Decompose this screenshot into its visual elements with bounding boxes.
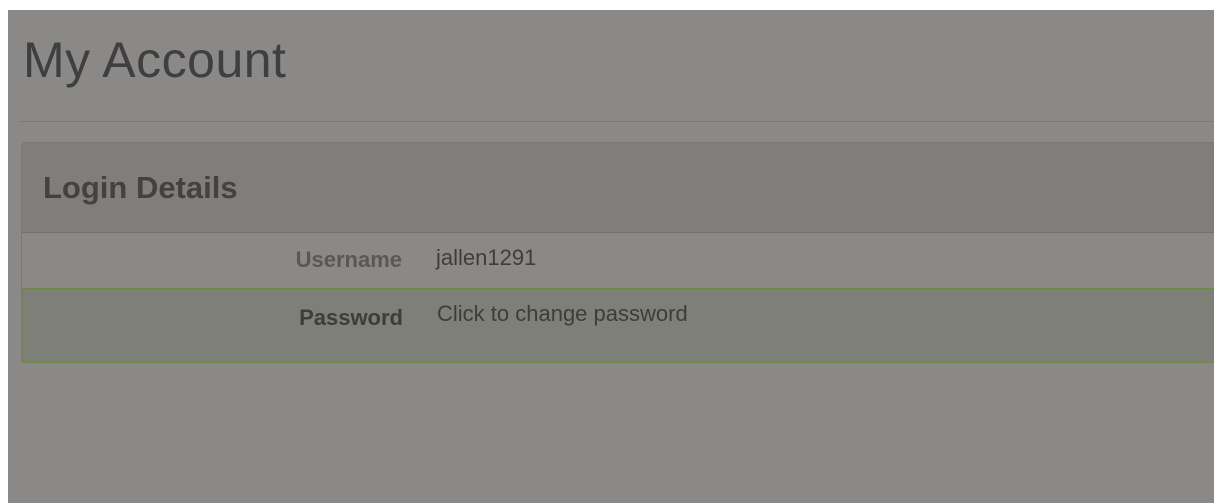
password-label: Password [299,305,403,330]
login-details-header: Login Details [22,143,1214,233]
username-label: Username [295,247,402,272]
username-row: Username jallen1291 [22,232,1214,289]
login-details-title: Login Details [43,170,238,205]
title-divider [20,121,1214,122]
username-value: jallen1291 [436,245,537,270]
change-password-link[interactable]: Click to change password [437,301,688,327]
change-password-row[interactable]: Password Click to change password [22,288,1214,363]
login-details-panel: Login Details Username jallen1291 Passwo… [21,142,1214,363]
account-page: My Account Login Details Username jallen… [8,10,1214,503]
page-title: My Account [23,32,287,88]
